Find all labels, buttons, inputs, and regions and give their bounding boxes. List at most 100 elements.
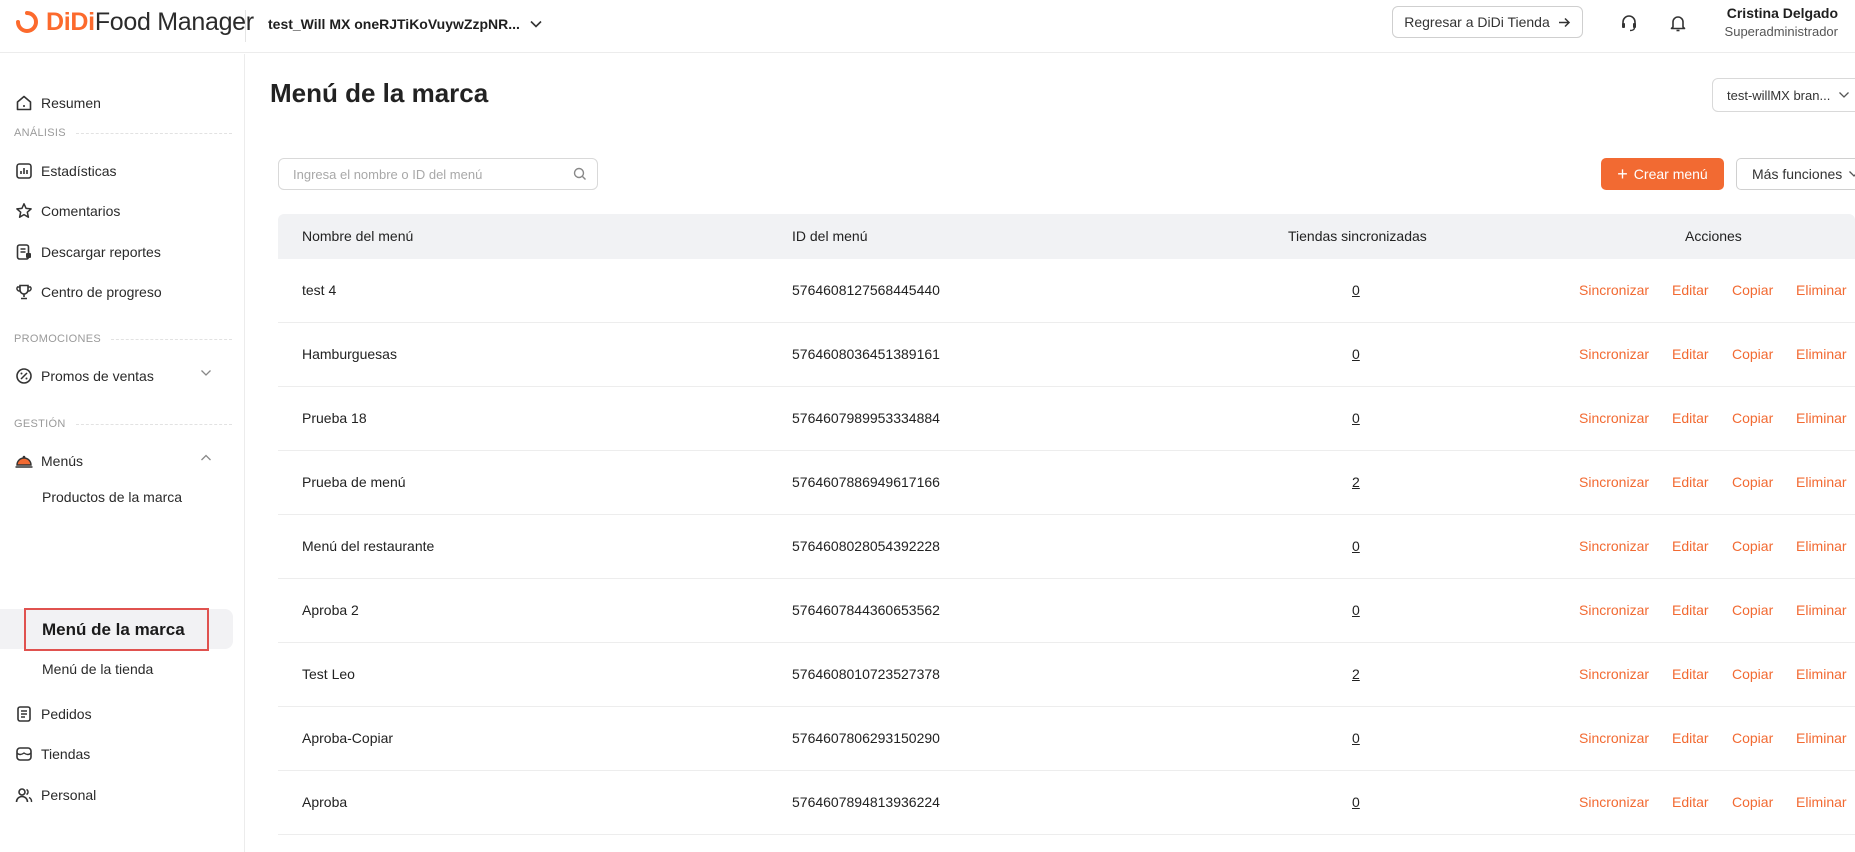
sidebar-item-personal[interactable]: Personal: [0, 779, 245, 811]
menu-name: test 4: [302, 282, 337, 298]
store-selector[interactable]: test-willMX bran...: [1712, 78, 1855, 112]
edit-action[interactable]: Editar: [1672, 474, 1709, 490]
synced-stores-count[interactable]: 2: [1352, 666, 1360, 682]
menus-table: Nombre del menú ID del menú Tiendas sinc…: [278, 214, 1855, 835]
sidebar-item-comentarios[interactable]: Comentarios: [0, 195, 245, 227]
sidebar-item-label: Personal: [41, 787, 97, 803]
sidebar-item-promos-ventas[interactable]: Promos de ventas: [0, 360, 245, 392]
sync-action[interactable]: Sincronizar: [1579, 346, 1649, 362]
sync-action[interactable]: Sincronizar: [1579, 666, 1649, 682]
copy-action[interactable]: Copiar: [1732, 346, 1773, 362]
more-functions-button[interactable]: Más funciones: [1736, 158, 1855, 190]
chevron-down-icon: [201, 370, 211, 376]
user-role: Superadministrador: [1724, 24, 1838, 39]
delete-action[interactable]: Eliminar: [1796, 538, 1847, 554]
delete-action[interactable]: Eliminar: [1796, 282, 1847, 298]
column-header-name: Nombre del menú: [302, 228, 414, 244]
edit-action[interactable]: Editar: [1672, 602, 1709, 618]
synced-stores-count[interactable]: 2: [1352, 474, 1360, 490]
brand-selector[interactable]: test_Will MX oneRJTiKoVuywZzpNR...: [268, 12, 542, 36]
edit-action[interactable]: Editar: [1672, 666, 1709, 682]
header-divider: [245, 10, 246, 42]
copy-action[interactable]: Copiar: [1732, 730, 1773, 746]
synced-stores-count[interactable]: 0: [1352, 602, 1360, 618]
table-row: Menú del restaurante 5764608028054392228 0…: [278, 515, 1855, 579]
edit-action[interactable]: Editar: [1672, 410, 1709, 426]
menu-name: Test Leo: [302, 666, 355, 682]
section-label-analisis: ANÁLISIS: [14, 127, 232, 139]
copy-action[interactable]: Copiar: [1732, 666, 1773, 682]
edit-action[interactable]: Editar: [1672, 794, 1709, 810]
synced-stores-count[interactable]: 0: [1352, 730, 1360, 746]
table-row: test 4 5764608127568445440 0 Sincronizar Edi…: [278, 259, 1855, 323]
copy-action[interactable]: Copiar: [1732, 282, 1773, 298]
return-to-didi-store-button[interactable]: Regresar a DiDi Tienda: [1392, 6, 1583, 38]
synced-stores-count[interactable]: 0: [1352, 538, 1360, 554]
sync-action[interactable]: Sincronizar: [1579, 282, 1649, 298]
delete-action[interactable]: Eliminar: [1796, 410, 1847, 426]
report-download-icon: [14, 242, 34, 262]
sidebar-item-tiendas[interactable]: Tiendas: [0, 738, 245, 770]
sidebar-subitem-menu-tienda[interactable]: Menú de la tienda: [42, 661, 153, 677]
menu-name: Menú del restaurante: [302, 538, 435, 554]
sidebar-item-label: Promos de ventas: [41, 368, 154, 384]
sidebar-item-descargar-reportes[interactable]: Descargar reportes: [0, 236, 245, 268]
headset-icon[interactable]: [1618, 12, 1640, 34]
sync-action[interactable]: Sincronizar: [1579, 730, 1649, 746]
synced-stores-count[interactable]: 0: [1352, 282, 1360, 298]
sidebar-item-resumen[interactable]: Resumen: [0, 87, 245, 119]
copy-action[interactable]: Copiar: [1732, 794, 1773, 810]
table-row: Prueba 18 5764607989953334884 0 Sincronizar…: [278, 387, 1855, 451]
sidebar-subitem-productos-marca[interactable]: Productos de la marca: [42, 489, 182, 505]
create-menu-button[interactable]: + Crear menú: [1601, 158, 1724, 190]
delete-action[interactable]: Eliminar: [1796, 730, 1847, 746]
table-header: Nombre del menú ID del menú Tiendas sinc…: [278, 214, 1855, 259]
delete-action[interactable]: Eliminar: [1796, 666, 1847, 682]
didi-food-logo[interactable]: DiDiFood Manager: [14, 8, 254, 36]
synced-stores-count[interactable]: 0: [1352, 794, 1360, 810]
sidebar-item-pedidos[interactable]: Pedidos: [0, 698, 245, 730]
user-profile[interactable]: Cristina Delgado Superadministrador: [1725, 4, 1838, 42]
logo-product-text: Food Manager: [94, 7, 254, 36]
sidebar-subitem-menu-marca-active[interactable]: Menú de la marca: [24, 608, 209, 651]
edit-action[interactable]: Editar: [1672, 538, 1709, 554]
table-row: Aproba 2 5764607844360653562 0 Sincronizar E…: [278, 579, 1855, 643]
menu-name: Prueba de menú: [302, 474, 406, 490]
synced-stores-count[interactable]: 0: [1352, 346, 1360, 362]
user-name: Cristina Delgado: [1726, 5, 1838, 21]
edit-action[interactable]: Editar: [1672, 346, 1709, 362]
copy-action[interactable]: Copiar: [1732, 602, 1773, 618]
column-header-stores: Tiendas sincronizadas: [1288, 228, 1427, 244]
discount-icon: [14, 366, 34, 386]
edit-action[interactable]: Editar: [1672, 282, 1709, 298]
delete-action[interactable]: Eliminar: [1796, 474, 1847, 490]
search-icon[interactable]: [573, 167, 587, 184]
sync-action[interactable]: Sincronizar: [1579, 410, 1649, 426]
sync-action[interactable]: Sincronizar: [1579, 794, 1649, 810]
chevron-down-icon: [1849, 171, 1855, 177]
menu-name: Aproba: [302, 794, 348, 810]
delete-action[interactable]: Eliminar: [1796, 602, 1847, 618]
copy-action[interactable]: Copiar: [1732, 538, 1773, 554]
sidebar-item-estadisticas[interactable]: Estadísticas: [0, 155, 245, 187]
page-title: Menú de la marca: [270, 78, 489, 108]
copy-action[interactable]: Copiar: [1732, 410, 1773, 426]
menu-name: Aproba-Copiar: [302, 730, 394, 746]
edit-action[interactable]: Editar: [1672, 730, 1709, 746]
delete-action[interactable]: Eliminar: [1796, 346, 1847, 362]
sync-action[interactable]: Sincronizar: [1579, 602, 1649, 618]
sync-action[interactable]: Sincronizar: [1579, 538, 1649, 554]
return-button-label: Regresar a DiDi Tienda: [1404, 14, 1550, 30]
sidebar: Resumen ANÁLISIS Estadísticas Comentario…: [0, 54, 245, 852]
sidebar-item-centro-progreso[interactable]: Centro de progreso: [0, 276, 245, 308]
cloche-icon: [14, 451, 34, 471]
chevron-down-icon: [1839, 92, 1850, 98]
chevron-down-icon: [530, 20, 542, 28]
copy-action[interactable]: Copiar: [1732, 474, 1773, 490]
sidebar-item-menus[interactable]: Menús: [0, 445, 245, 477]
sync-action[interactable]: Sincronizar: [1579, 474, 1649, 490]
search-input[interactable]: [279, 159, 559, 189]
bell-icon[interactable]: [1667, 12, 1689, 34]
delete-action[interactable]: Eliminar: [1796, 794, 1847, 810]
synced-stores-count[interactable]: 0: [1352, 410, 1360, 426]
